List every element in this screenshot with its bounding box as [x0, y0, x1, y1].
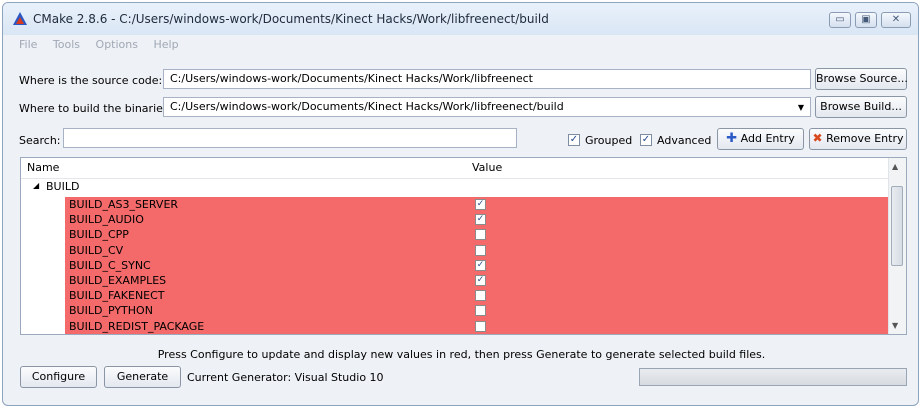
- table-row[interactable]: BUILD_CV: [65, 242, 891, 258]
- group-label: BUILD: [46, 180, 80, 193]
- browse-source-button[interactable]: Browse Source...: [815, 68, 908, 90]
- collapse-triangle-icon[interactable]: ◢: [33, 181, 39, 190]
- status-message: Press Configure to update and display ne…: [157, 348, 766, 361]
- entry-name: BUILD_REDIST_PACKAGE: [69, 319, 205, 333]
- scroll-up-arrow-icon[interactable]: ▲: [892, 162, 898, 171]
- progress-bar: [639, 368, 907, 386]
- search-label: Search:: [19, 134, 61, 147]
- entry-rows: BUILD_AS3_SERVER ✓ BUILD_AUDIO ✓ BUILD_CPP BU…: [65, 197, 891, 334]
- add-entry-button[interactable]: ✚ Add Entry: [717, 128, 804, 150]
- scrollbar-thumb[interactable]: [891, 186, 903, 266]
- advanced-label: Advanced: [657, 134, 712, 147]
- entry-name: BUILD_EXAMPLES: [69, 273, 167, 287]
- entry-value-checkbox[interactable]: [475, 305, 486, 317]
- cmake-window: CMake 2.8.6 - C:/Users/windows-work/Docu…: [2, 2, 919, 406]
- cmake-logo-icon: [13, 12, 27, 25]
- entry-name: BUILD_AS3_SERVER: [69, 198, 179, 211]
- entry-value-checkbox[interactable]: [475, 244, 486, 256]
- name-column-header[interactable]: Name: [27, 161, 59, 174]
- search-input[interactable]: [63, 128, 517, 148]
- remove-x-icon: ✖: [812, 131, 823, 145]
- add-entry-label: Add Entry: [740, 132, 795, 145]
- value-column-header[interactable]: Value: [472, 161, 502, 174]
- entry-name: BUILD_PYTHON: [69, 304, 153, 318]
- build-label: Where to build the binaries:: [19, 102, 173, 115]
- table-row[interactable]: BUILD_C_SYNC ✓: [65, 257, 891, 273]
- table-row[interactable]: BUILD_REDIST_PACKAGE: [65, 318, 891, 334]
- close-button[interactable]: ✕: [881, 12, 911, 28]
- menu-options[interactable]: Options: [96, 36, 138, 54]
- entry-name: BUILD_AUDIO: [69, 213, 144, 227]
- table-row[interactable]: BUILD_CPP: [65, 227, 891, 243]
- table-row[interactable]: BUILD_FAKENECT: [65, 288, 891, 304]
- entry-name: BUILD_CPP: [69, 228, 129, 242]
- source-path-input[interactable]: C:/Users/windows-work/Documents/Kinect H…: [163, 69, 811, 89]
- advanced-checkbox[interactable]: ✓: [640, 134, 652, 146]
- remove-entry-button[interactable]: ✖ Remove Entry: [809, 128, 907, 150]
- dropdown-arrow-icon[interactable]: ▼: [798, 101, 804, 115]
- current-generator-label: Current Generator: Visual Studio 10: [187, 371, 384, 384]
- menu-help[interactable]: Help: [153, 36, 178, 54]
- configure-button[interactable]: Configure: [20, 366, 97, 388]
- entry-name: BUILD_FAKENECT: [69, 289, 165, 303]
- menu-bar: File Tools Options Help: [3, 36, 918, 54]
- browse-build-button[interactable]: Browse Build...: [815, 96, 907, 118]
- window-title: CMake 2.8.6 - C:/Users/windows-work/Docu…: [33, 12, 549, 26]
- tree-header: Name Value: [21, 158, 889, 179]
- entry-name: BUILD_CV: [69, 243, 124, 257]
- build-path-combobox[interactable]: C:/Users/windows-work/Documents/Kinect H…: [163, 97, 811, 117]
- table-row[interactable]: BUILD_AUDIO ✓: [65, 212, 891, 228]
- source-label: Where is the source code:: [19, 74, 163, 87]
- entry-value-checkbox[interactable]: [475, 290, 486, 302]
- remove-entry-label: Remove Entry: [826, 132, 904, 145]
- build-path-value: C:/Users/windows-work/Documents/Kinect H…: [170, 100, 564, 113]
- grouped-label: Grouped: [585, 134, 633, 147]
- minimize-button[interactable]: ▭: [829, 12, 851, 28]
- menu-file[interactable]: File: [19, 36, 37, 54]
- entry-value-checkbox[interactable]: ✓: [475, 199, 486, 210]
- maximize-button[interactable]: ▣: [855, 12, 877, 28]
- generate-button[interactable]: Generate: [104, 366, 181, 388]
- entry-value-checkbox[interactable]: ✓: [475, 274, 486, 286]
- scroll-down-arrow-icon[interactable]: ▼: [892, 321, 898, 330]
- plus-icon: ✚: [726, 131, 738, 146]
- entry-name: BUILD_C_SYNC: [69, 258, 151, 272]
- table-row[interactable]: BUILD_EXAMPLES ✓: [65, 272, 891, 289]
- table-row[interactable]: BUILD_PYTHON: [65, 303, 891, 319]
- table-row[interactable]: BUILD_AS3_SERVER ✓: [65, 197, 891, 213]
- grouped-checkbox[interactable]: ✓: [568, 134, 580, 146]
- title-bar: CMake 2.8.6 - C:/Users/windows-work/Docu…: [3, 3, 918, 35]
- entry-value-checkbox[interactable]: [475, 320, 486, 332]
- entry-value-checkbox[interactable]: ✓: [475, 214, 486, 226]
- entry-value-checkbox[interactable]: [475, 229, 486, 241]
- cache-entries-tree[interactable]: Name Value ◢ BUILD BUILD_AS3_SERVER ✓ BUIL…: [20, 157, 907, 335]
- vertical-scrollbar[interactable]: ▲ ▼: [888, 158, 906, 334]
- entry-value-checkbox[interactable]: ✓: [475, 259, 486, 271]
- menu-tools[interactable]: Tools: [53, 36, 80, 54]
